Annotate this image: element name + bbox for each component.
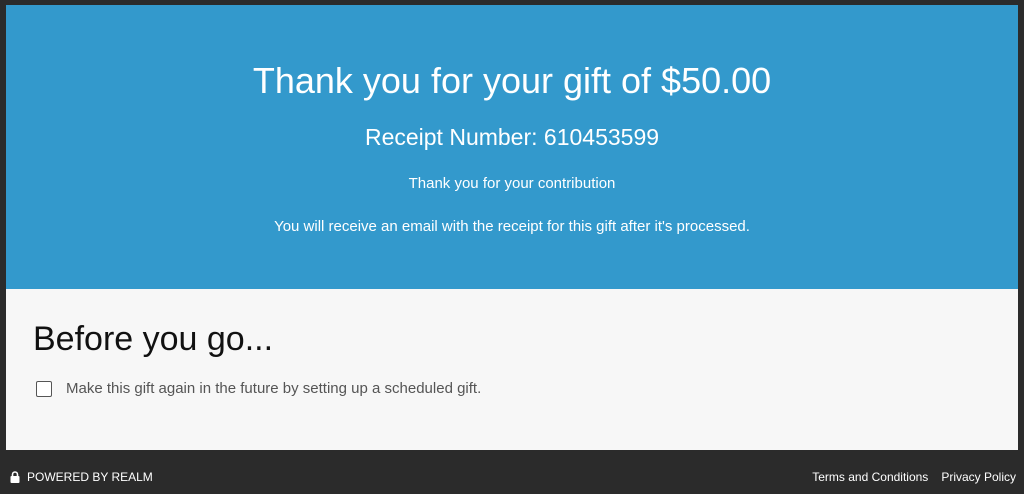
confirmation-title: Thank you for your gift of $50.00 — [252, 60, 772, 101]
scheduled-gift-option[interactable]: Make this gift again in the future by se… — [36, 378, 481, 400]
lock-icon — [10, 471, 20, 483]
page-frame: Thank you for your gift of $50.00 Receip… — [0, 0, 1024, 494]
powered-by: POWERED BY REALM — [10, 470, 153, 484]
scheduled-gift-checkbox[interactable] — [36, 381, 52, 397]
thanks-message: Thank you for your contribution — [408, 175, 616, 192]
footer: POWERED BY REALM Terms and Conditions Pr… — [0, 460, 1024, 494]
before-you-go-panel: Before you go... Make this gift again in… — [6, 289, 1018, 450]
powered-by-text: POWERED BY REALM — [27, 470, 153, 484]
scheduled-gift-label[interactable]: Make this gift again in the future by se… — [66, 379, 481, 399]
receipt-number: Receipt Number: 610453599 — [364, 124, 660, 150]
privacy-link[interactable]: Privacy Policy — [941, 470, 1016, 484]
before-you-go-heading: Before you go... — [33, 320, 274, 358]
terms-link[interactable]: Terms and Conditions — [812, 470, 928, 484]
confirmation-banner: Thank you for your gift of $50.00 Receip… — [6, 5, 1018, 289]
footer-links: Terms and Conditions Privacy Policy — [799, 470, 1016, 484]
email-receipt-note: You will receive an email with the recei… — [274, 218, 750, 235]
